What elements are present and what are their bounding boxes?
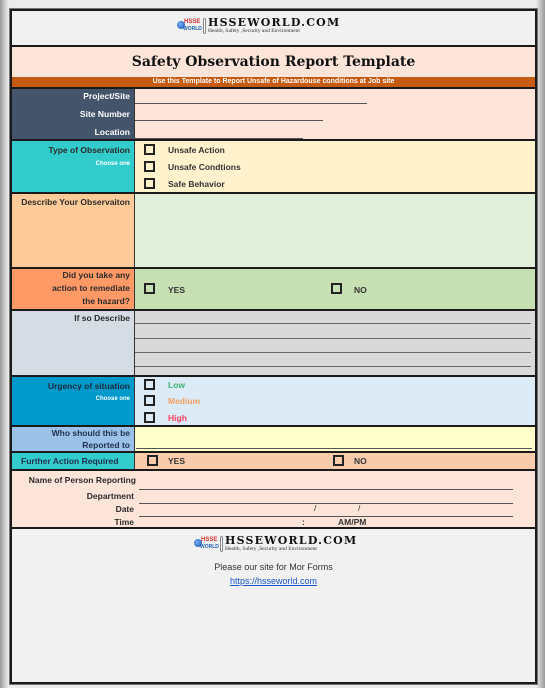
ampm-label: AM/PM [338,517,367,527]
unsafe-conditions-label: Unsafe Condtions [168,162,241,172]
observation-type-section: Type of Observation Choose one Unsafe Ac… [12,139,535,192]
remediation-label-line-3: the hazard? [82,296,130,306]
date-label: Date [115,504,134,514]
reported-to-label-line-2: Reported to [82,440,130,450]
site-number-label: Site Number [79,109,130,119]
footer-link[interactable]: https://hsseworld.com [230,576,317,586]
describe-line-1[interactable] [135,323,531,324]
further-action-section: Further Action Required YES NO [12,451,535,469]
department-label: Department [86,491,134,501]
page-title: Safety Observation Report Template [131,54,416,70]
reported-to-section: Who should this be Reported to [12,425,535,451]
urgency-high-label: High [168,413,187,423]
unsafe-conditions-checkbox[interactable] [144,161,155,172]
remediation-yes-checkbox[interactable] [144,283,155,294]
header-logo: HSSE WORLD HSSEWORLD.COM Health, Safety … [177,17,340,34]
further-action-yes-label: YES [168,456,186,466]
project-section: Project/Site Site Number Location [12,87,535,139]
remediation-no-label: NO [354,285,367,295]
unsafe-action-label: Unsafe Action [168,145,225,155]
date-separator-1: / [314,503,317,513]
if-so-describe-label: If so Describe [74,313,130,323]
urgency-label: Urgency of situation [47,381,130,391]
remediation-label-line-2: action to remediate [52,283,130,293]
name-label: Name of Person Reporting [28,475,136,485]
department-field[interactable] [139,503,513,504]
site-number-field[interactable] [135,120,323,121]
logo-divider [203,17,206,34]
describe-line-3[interactable] [135,352,531,353]
remediation-no-checkbox[interactable] [331,283,342,294]
logo-brand: HSSEWORLD.COM [208,16,341,29]
hsse-badge-icon: HSSE WORLD [194,537,219,551]
describe-observation-label: Describe Your Observaiton [21,197,130,207]
urgency-section: Urgency of situation Choose one Low Medi… [12,375,535,425]
title-band: Safety Observation Report Template Use t… [12,45,535,89]
further-action-label: Further Action Required [21,456,119,466]
logo-divider [220,535,223,552]
footer-message: Please our site for Mor Forms [214,562,333,572]
date-field[interactable] [139,516,513,517]
observation-type-label: Type of Observation [48,145,130,155]
project-site-field[interactable] [135,103,367,104]
urgency-high-checkbox[interactable] [144,412,155,423]
safe-behavior-checkbox[interactable] [144,178,155,189]
describe-line-4[interactable] [135,366,531,367]
further-action-no-checkbox[interactable] [333,455,344,466]
logo-brand: HSSEWORLD.COM [225,534,358,547]
location-label: Location [94,127,130,137]
further-action-yes-checkbox[interactable] [147,455,158,466]
if-so-describe-section: If so Describe [12,309,535,375]
urgency-medium-checkbox[interactable] [144,395,155,406]
unsafe-action-checkbox[interactable] [144,144,155,155]
date-separator-2: / [358,503,361,513]
urgency-hint: Choose one [95,396,130,402]
logo-tagline: Health, Safety ,Security and Environment [208,28,300,34]
subtitle-banner: Use this Template to Report Unsafe of Ha… [12,77,535,87]
time-label: Time [114,517,134,527]
remediation-label-line-1: Did you take any [62,270,130,280]
reported-to-label-line-1: Who should this be [51,428,130,438]
logo-tagline: Health, Safety ,Security and Environment [225,546,317,552]
footer-logo: HSSE WORLD HSSEWORLD.COM Health, Safety … [194,535,357,552]
project-site-label: Project/Site [83,91,130,101]
describe-observation-section: Describe Your Observaiton [12,192,535,267]
name-field[interactable] [139,489,513,490]
choose-one-hint: Choose one [95,161,130,167]
describe-observation-field[interactable] [134,194,535,267]
safe-behavior-label: Safe Behavior [168,179,225,189]
describe-line-2[interactable] [135,338,531,339]
reported-to-field[interactable] [136,448,532,449]
remediation-yes-label: YES [168,285,186,295]
urgency-low-label: Low [168,380,185,390]
footer-section: HSSE WORLD HSSEWORLD.COM Health, Safety … [12,527,535,682]
urgency-medium-label: Medium [168,396,201,406]
report-page: HSSE WORLD HSSEWORLD.COM Health, Safety … [10,9,537,684]
hsse-badge-icon: HSSE WORLD [177,19,202,33]
remediation-section: Did you take any action to remediate the… [12,267,535,309]
urgency-low-checkbox[interactable] [144,379,155,390]
reporter-section: Name of Person Reporting Department Date… [12,469,535,529]
further-action-no-label: NO [354,456,367,466]
time-separator: : [302,517,305,527]
